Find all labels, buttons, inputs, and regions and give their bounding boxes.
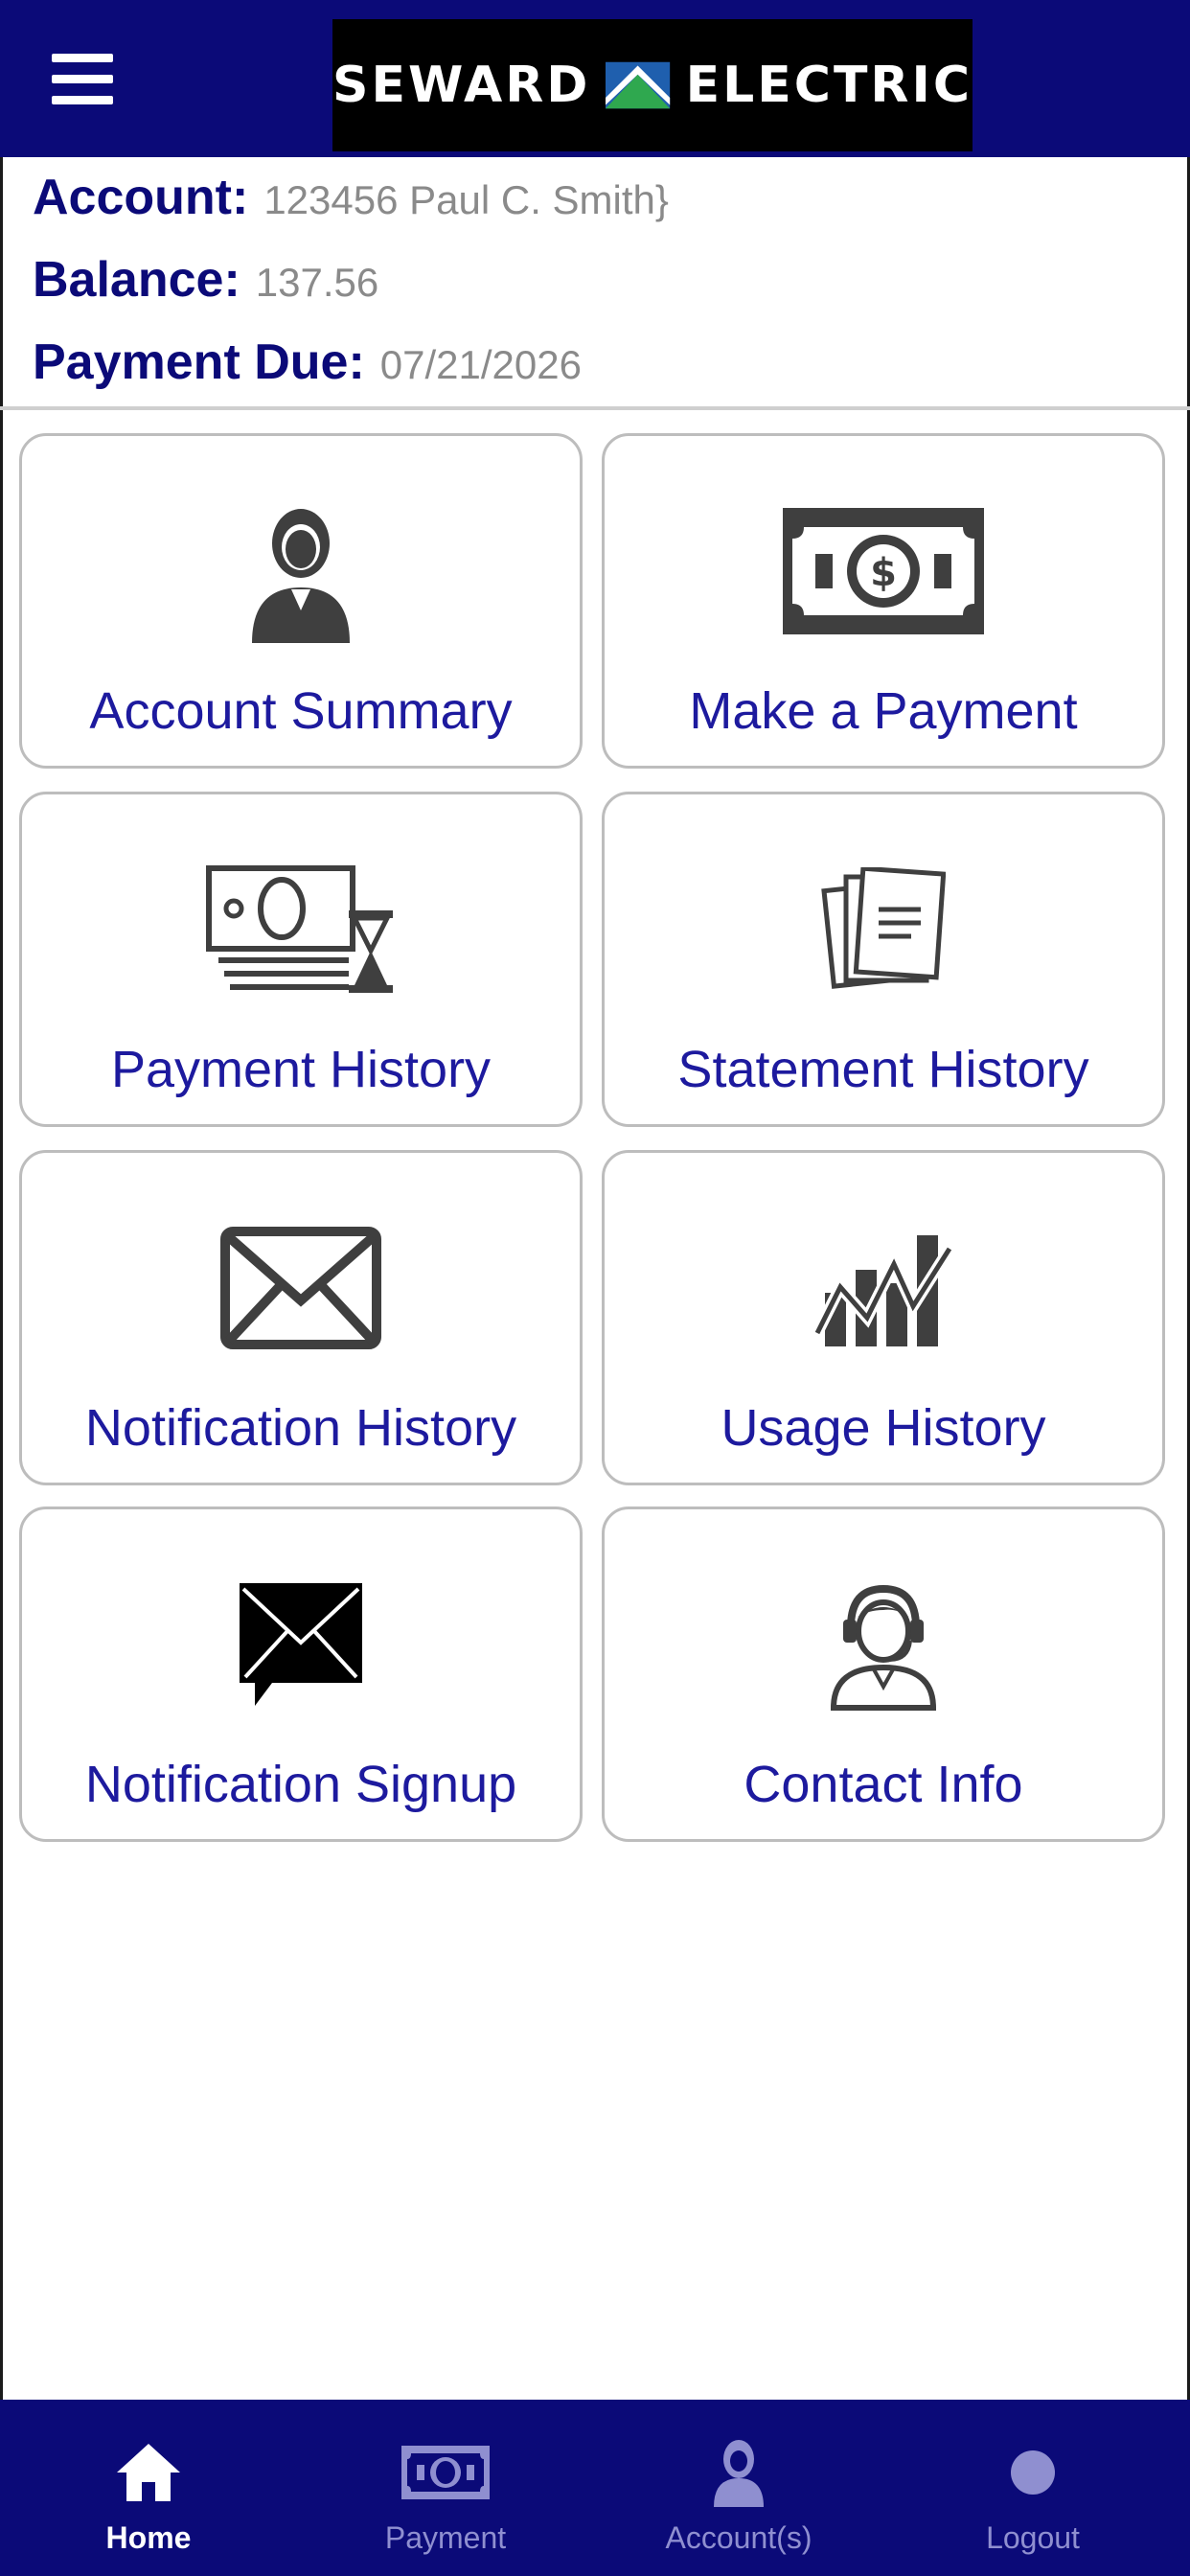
tile-label: Notification Signup <box>84 1756 517 1813</box>
tile-account-summary[interactable]: Account Summary <box>19 433 583 769</box>
bottom-navigation-bar: Home Payment Account(s) Logout <box>0 2400 1190 2576</box>
hamburger-menu-button[interactable] <box>48 50 117 107</box>
logo-text-seward: SEWARD <box>332 57 591 114</box>
balance-row: Balance: 137.56 <box>33 251 378 309</box>
payment-due-row: Payment Due: 07/21/2026 <box>33 334 582 391</box>
nav-accounts[interactable]: Account(s) <box>624 2400 854 2576</box>
person-icon <box>186 490 416 653</box>
home-icon <box>96 2434 201 2511</box>
tile-notification-signup[interactable]: Notification Signup <box>19 1506 583 1842</box>
account-row: Account: 123456 Paul C. Smith} <box>33 169 669 226</box>
tile-notification-history[interactable]: Notification History <box>19 1150 583 1485</box>
nav-payment-label: Payment <box>384 2520 507 2555</box>
person-icon <box>686 2434 791 2511</box>
app-header: SEWARD ELECTRIC <box>0 0 1190 157</box>
nav-logout[interactable]: Logout <box>918 2400 1148 2576</box>
nav-logout-label: Logout <box>986 2520 1080 2555</box>
nav-payment[interactable]: Payment <box>331 2400 561 2576</box>
payment-due-value: 07/21/2026 <box>379 342 582 387</box>
seward-electric-logo: SEWARD ELECTRIC <box>332 19 973 151</box>
money-hourglass-icon <box>186 848 416 1011</box>
banknote-icon <box>393 2434 498 2511</box>
account-info-panel: Account: 123456 Paul C. Smith} Balance: … <box>0 157 1190 410</box>
headset-person-icon <box>768 1563 998 1726</box>
tile-label: Account Summary <box>89 682 513 740</box>
tile-label: Notification History <box>84 1399 517 1457</box>
tile-label: Usage History <box>721 1399 1046 1457</box>
envelope-icon <box>186 1207 416 1369</box>
tile-usage-history[interactable]: Usage History <box>602 1150 1165 1485</box>
tile-label: Contact Info <box>744 1756 1023 1813</box>
nav-accounts-label: Account(s) <box>665 2520 812 2555</box>
banknote-icon: $ <box>768 490 998 653</box>
tile-label: Statement History <box>677 1041 1089 1098</box>
tile-label: Payment History <box>110 1041 492 1098</box>
dot-icon <box>980 2434 1086 2511</box>
tile-label: Make a Payment <box>689 682 1078 740</box>
tile-statement-history[interactable]: Statement History <box>602 792 1165 1127</box>
nav-home[interactable]: Home <box>34 2400 263 2576</box>
envelope-chat-icon <box>186 1563 416 1726</box>
balance-value: 137.56 <box>255 260 379 305</box>
logo-text-electric: ELECTRIC <box>685 57 973 114</box>
balance-label: Balance: <box>33 252 240 308</box>
tile-payment-history[interactable]: Payment History <box>19 792 583 1127</box>
account-label: Account: <box>33 170 249 225</box>
account-value: 123456 Paul C. Smith} <box>263 177 669 222</box>
nav-home-label: Home <box>105 2520 192 2555</box>
tile-make-a-payment[interactable]: $ Make a Payment <box>602 433 1165 769</box>
mountain-logo-icon <box>606 61 671 109</box>
svg-text:$: $ <box>870 551 897 595</box>
usage-chart-icon <box>768 1207 998 1369</box>
documents-icon <box>768 848 998 1011</box>
payment-due-label: Payment Due: <box>33 334 365 390</box>
tile-contact-info[interactable]: Contact Info <box>602 1506 1165 1842</box>
